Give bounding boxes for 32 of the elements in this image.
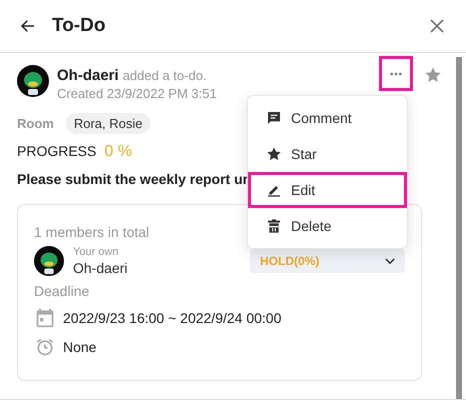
reminder-value: None xyxy=(63,339,96,355)
star-icon xyxy=(266,146,282,162)
window-title: To-Do xyxy=(52,15,106,37)
chevron-down-icon xyxy=(385,258,395,264)
member-caption: Your own xyxy=(73,246,120,258)
comment-icon xyxy=(266,110,282,126)
menu-item[interactable]: Comment xyxy=(248,100,407,136)
calendar-icon xyxy=(35,308,55,328)
close-icon[interactable] xyxy=(428,17,446,35)
menu-item[interactable]: Star xyxy=(248,136,407,172)
progress-value: 0 % xyxy=(104,143,132,161)
deadline-range: 2022/9/23 16:00 ~ 2022/9/24 00:00 xyxy=(63,310,282,326)
created-time: Created 23/9/2022 PM 3:51 xyxy=(57,86,217,101)
progress-label: PROGRESS xyxy=(17,143,96,159)
description-text: Please submit the weekly report ur xyxy=(17,171,248,187)
member-name: Oh-daeri xyxy=(73,260,128,276)
author-name: Oh-daeri xyxy=(57,67,119,84)
member-count: 1 members in total xyxy=(34,224,150,240)
room-chip: Rora, Rosie xyxy=(66,113,150,134)
menu-item[interactable]: Edit xyxy=(248,172,407,208)
action-text: added a to-do. xyxy=(122,68,207,83)
avatar-icon xyxy=(34,246,64,276)
trash-icon xyxy=(266,218,282,234)
scrollbar[interactable] xyxy=(456,57,462,399)
room-label: Room xyxy=(17,116,54,131)
more-icon xyxy=(390,72,402,76)
avatar-icon xyxy=(17,65,49,97)
menu-item[interactable]: Delete xyxy=(248,208,407,244)
star-icon[interactable] xyxy=(424,66,442,84)
more-button[interactable] xyxy=(379,56,413,91)
deadline-label: Deadline xyxy=(34,283,90,299)
alarm-clock-icon xyxy=(35,337,55,357)
